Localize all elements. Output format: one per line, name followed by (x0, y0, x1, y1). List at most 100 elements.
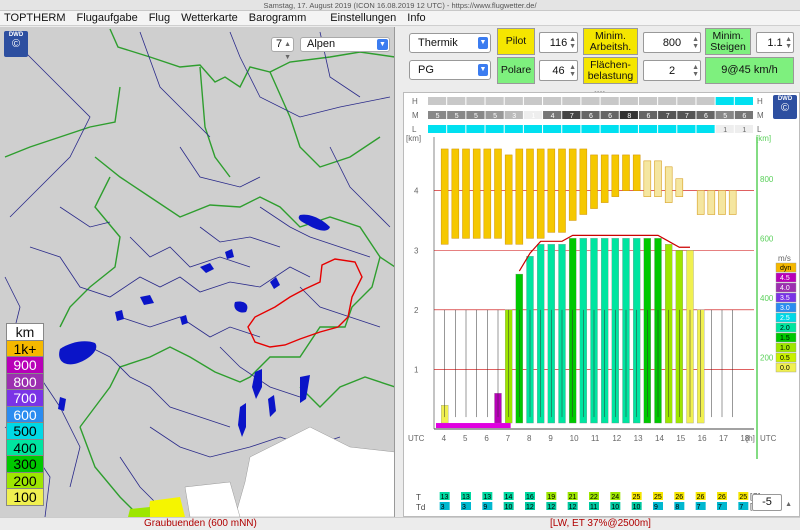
menu-einstellungen[interactable]: Einstellungen (330, 12, 396, 24)
temperature-value: 13 (441, 494, 449, 501)
temperature-value: 25 (739, 494, 747, 501)
stepper-arrows-icon[interactable]: ▲▼ (692, 64, 699, 78)
temperature-value: 25 (633, 494, 641, 501)
cloud-low-cell (543, 125, 562, 133)
min-work-height-value[interactable]: 800 ▲ ▼ (643, 32, 701, 53)
cloud-low-value: 1 (723, 127, 727, 134)
time-offset-stepper[interactable]: -5▲▼ (752, 494, 792, 523)
cloud-high-cell (638, 97, 658, 105)
cloud-row-label: H (412, 97, 418, 106)
polar-label: Polare (497, 57, 535, 84)
dewpoint-value: 12 (569, 504, 577, 511)
legend-item: 900 (6, 356, 44, 374)
wing-load-label: Flächen- belastung (583, 57, 638, 84)
cloud-mid-value: 5 (436, 113, 440, 120)
cloud-bar (696, 190, 705, 215)
legend-item: 300 (6, 455, 44, 473)
climb-legend-label: 0.0 (780, 365, 790, 372)
menu-barogramm[interactable]: Barogramm (249, 12, 306, 24)
cloud-bar (440, 148, 449, 245)
dewpoint-value: 7 (739, 504, 743, 511)
zoom-stepper[interactable]: 7 ▲ ▼ (271, 37, 294, 61)
cloud-low-cell (600, 125, 619, 133)
y-left-unit: [km] (406, 134, 421, 143)
temperature-value: 21 (569, 494, 577, 501)
pilot-value[interactable]: 116 ▲ ▼ (539, 32, 578, 53)
menu-flugaufgabe[interactable]: Flugaufgabe (77, 12, 138, 24)
climb-legend-label: 4.0 (780, 285, 790, 292)
cloud-bar (643, 160, 652, 197)
x-tick-label: 8 (527, 434, 532, 443)
menu-wetterkarte[interactable]: Wetterkarte (181, 12, 238, 24)
dwd-logo-chart: DWD © (773, 95, 797, 119)
climb-legend-label: 3.5 (780, 295, 790, 302)
weather-map[interactable]: DWD © 7 ▲ ▼ Alpen ▼ km 1k+ 900 800 700 600 500… (0, 27, 395, 517)
stepper-arrows-icon[interactable]: ▲▼ (284, 38, 291, 64)
cloud-bar (579, 148, 588, 215)
legend-item: 600 (6, 405, 44, 423)
climb-legend-label: 1.5 (780, 335, 790, 342)
dewpoint-value: 10 (611, 504, 619, 511)
cloud-mid-value: 1 (531, 113, 535, 120)
region-select[interactable]: Alpen ▼ (300, 37, 390, 52)
glider-type-select[interactable]: PG ▼ (409, 60, 491, 80)
cloud-low-cell (466, 125, 485, 133)
aircraft-select[interactable]: Thermik ▼ (409, 33, 491, 53)
cloud-low-cell (562, 125, 581, 133)
stepper-arrows-icon[interactable]: ▲▼ (569, 64, 576, 78)
cloud-bar (558, 148, 566, 233)
polar-value[interactable]: 46 ▲ ▼ (539, 60, 578, 81)
menu-flug[interactable]: Flug (149, 12, 170, 24)
menu-info[interactable]: Info (407, 12, 425, 24)
min-climb-value[interactable]: 1.1 ▲ ▼ (756, 32, 794, 53)
legend-item: 400 (6, 438, 44, 456)
result-display: 9@45 km/h (705, 57, 794, 84)
x-tick-label: 7 (506, 434, 511, 443)
stepper-arrows-icon[interactable]: ▲▼ (785, 36, 792, 50)
min-work-height-label: Minim. Arbeitsh. (583, 28, 638, 55)
chevron-down-icon[interactable]: ▼ (478, 64, 488, 76)
status-bar: Graubuenden (600 mNN) [LW, ET 37%@2500m] (0, 517, 800, 529)
cloud-low-cell (523, 125, 543, 133)
temperature-value: 22 (590, 494, 598, 501)
legend-item: 800 (6, 372, 44, 390)
wing-load-value[interactable]: 2 ▲ ▼ (643, 60, 701, 81)
chevron-down-icon[interactable]: ▼ (377, 39, 388, 50)
dewpoint-value: 9 (654, 504, 658, 511)
x-tick-label: 10 (570, 434, 579, 443)
cloud-high-cell (600, 97, 619, 105)
x-tick-label: 16 (698, 434, 707, 443)
cloud-low-cell (504, 125, 523, 133)
dewpoint-value: 3 (441, 504, 445, 511)
swirl-icon: © (11, 38, 21, 50)
cloud-mid-value: 3 (512, 113, 516, 120)
chevron-down-icon[interactable]: ▼ (478, 37, 488, 49)
legend-item: 200 (6, 471, 44, 489)
climb-legend-label: 2.0 (780, 325, 790, 332)
cloud-low-cell (677, 125, 696, 133)
cloud-high-cell (677, 97, 696, 105)
x-tick-label: 14 (655, 434, 664, 443)
cloud-bar (654, 160, 662, 197)
menu-toptherm[interactable]: TOPTHERM (4, 12, 66, 24)
cloud-mid-value: 7 (685, 113, 689, 120)
climb-legend-label: 4.5 (780, 275, 790, 282)
temperature-value: 25 (654, 494, 662, 501)
cloud-mid-value: 6 (589, 113, 593, 120)
cloud-bar (675, 178, 684, 197)
min-climb-label: Minim. Steigen (705, 28, 751, 55)
cloud-bar (504, 154, 513, 245)
legend-item: 1k+ (6, 339, 44, 357)
cloud-bar (462, 148, 470, 239)
cloud-bar (568, 148, 577, 221)
stepper-arrows-icon[interactable]: ▲▼ (569, 36, 576, 50)
climb-legend-label: 3.0 (780, 305, 790, 312)
dewpoint-value: 7 (718, 504, 722, 511)
layer-status: [LW, ET 37%@2500m] (550, 518, 651, 529)
stepper-arrows-icon[interactable]: ▲▼ (692, 36, 699, 50)
map-canvas[interactable] (0, 27, 395, 517)
cloud-high-cell (734, 97, 753, 105)
cloud-bar (632, 154, 641, 191)
chart-canvas: HHMMLL5 5 5 5 3 1 4 7 6 6 8 6 7 7 6 5161[km] [km]1234200… (406, 97, 797, 512)
x-axis-label-right: UTC (760, 434, 777, 443)
